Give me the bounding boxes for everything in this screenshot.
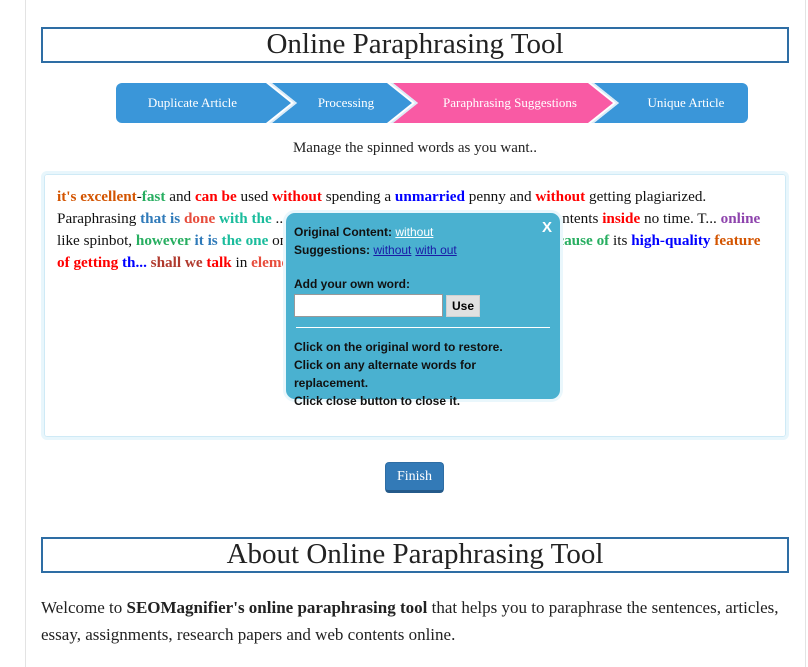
suggestion-link[interactable]: without bbox=[373, 243, 411, 257]
spun-word[interactable]: th... bbox=[122, 254, 147, 271]
plain-text: spending a bbox=[321, 188, 395, 205]
spun-word[interactable]: without bbox=[272, 188, 322, 205]
spun-word[interactable]: unmarried bbox=[395, 188, 465, 205]
spun-word[interactable]: of getting bbox=[57, 254, 118, 271]
help-line: Click on any alternate words for replace… bbox=[294, 358, 477, 390]
suggestions-row: Suggestions: without with out bbox=[294, 241, 552, 259]
plain-text: like spinbot, bbox=[57, 232, 136, 249]
spun-word[interactable]: talk bbox=[206, 254, 231, 271]
original-content-row: Original Content: without bbox=[294, 223, 552, 241]
about-section: Welcome to SEOMagnifier's online paraphr… bbox=[41, 594, 781, 658]
spun-word[interactable]: can be bbox=[195, 188, 237, 205]
suggestion-link[interactable]: with out bbox=[415, 243, 456, 257]
help-line: Click close button to close it. bbox=[294, 394, 461, 408]
step-duplicate-article[interactable]: Duplicate Article bbox=[116, 83, 291, 123]
spun-word[interactable]: feature bbox=[714, 232, 760, 249]
spun-word[interactable]: online bbox=[721, 210, 761, 227]
spun-word[interactable]: with the bbox=[219, 210, 272, 227]
progress-steps: Duplicate Article Processing Paraphrasin… bbox=[116, 83, 748, 123]
plain-text: no time. T... bbox=[640, 210, 721, 227]
spun-word[interactable]: high-quality bbox=[631, 232, 710, 249]
spun-word[interactable]: done bbox=[184, 210, 215, 227]
spun-word[interactable]: it's excellent bbox=[57, 188, 137, 205]
own-word-label: Add your own word: bbox=[294, 277, 410, 291]
intro-brand: SEOMagnifier's online paraphrasing tool bbox=[126, 598, 428, 617]
spun-word[interactable]: however bbox=[136, 232, 191, 249]
original-word-link[interactable]: without bbox=[395, 225, 433, 239]
spun-word[interactable]: it is bbox=[195, 232, 218, 249]
step-label: Duplicate Article bbox=[147, 95, 238, 110]
about-intro: Welcome to SEOMagnifier's online paraphr… bbox=[41, 594, 781, 648]
page-title: Online Paraphrasing Tool bbox=[41, 27, 789, 63]
plain-text: in bbox=[231, 254, 252, 271]
step-processing[interactable]: Processing bbox=[272, 83, 412, 123]
instructions-text: Manage the spinned words as you want.. bbox=[292, 140, 538, 156]
spun-word[interactable]: without bbox=[535, 188, 585, 205]
step-label: Paraphrasing Suggestions bbox=[443, 95, 577, 110]
spun-word[interactable]: that is bbox=[140, 210, 180, 227]
plain-text: and bbox=[165, 188, 195, 205]
step-label: Unique Article bbox=[647, 95, 725, 110]
intro-text: Welcome to bbox=[41, 598, 127, 617]
about-title: About Online Paraphrasing Tool bbox=[41, 537, 789, 573]
spun-word[interactable]: the one bbox=[222, 232, 269, 249]
close-icon[interactable]: X bbox=[542, 219, 552, 236]
suggestions-label: Suggestions: bbox=[294, 243, 371, 257]
spun-word[interactable]: shall we bbox=[151, 254, 203, 271]
use-button[interactable]: Use bbox=[446, 294, 480, 317]
page-border-right bbox=[805, 0, 806, 667]
plain-text: used bbox=[236, 188, 273, 205]
spun-word[interactable]: inside bbox=[602, 210, 640, 227]
spun-word[interactable]: fast bbox=[142, 188, 166, 205]
help-line: Click on the original word to restore. bbox=[294, 340, 503, 354]
divider bbox=[296, 327, 550, 328]
plain-text: penny and bbox=[464, 188, 536, 205]
own-word-input[interactable] bbox=[294, 294, 443, 317]
original-content-label: Original Content: bbox=[294, 225, 392, 239]
step-paraphrasing-suggestions[interactable]: Paraphrasing Suggestions bbox=[393, 83, 613, 123]
page-border-left bbox=[25, 0, 26, 667]
finish-button[interactable]: Finish bbox=[385, 462, 444, 493]
step-label: Processing bbox=[317, 95, 375, 110]
plain-text: its bbox=[609, 232, 632, 249]
word-suggestion-popup: X Original Content: without Suggestions:… bbox=[283, 210, 563, 408]
